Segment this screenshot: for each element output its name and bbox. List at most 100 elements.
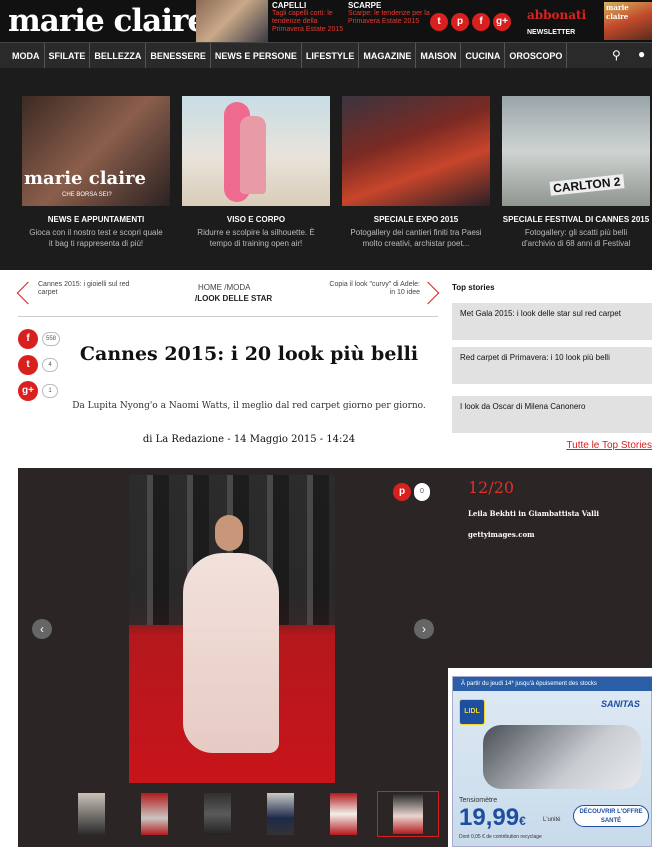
header-promo-scarpe[interactable]: SCARPE Scarpe: le tendenze per la Primav…: [348, 0, 430, 42]
article-subtitle: Da Lupita Nyong'o a Naomi Watts, il megl…: [72, 401, 426, 411]
user-icon[interactable]: ●: [638, 47, 645, 61]
magazine-cover[interactable]: marie claire: [604, 2, 652, 40]
search-icon[interactable]: ⚲: [612, 48, 621, 62]
card-description[interactable]: Fotogallery: gli scatti più belli d'arch…: [502, 227, 650, 249]
nav-item-bellezza[interactable]: BELLEZZA: [90, 43, 147, 69]
card-category[interactable]: VISO E CORPO: [182, 215, 330, 224]
magazine-cover-logo: marie claire: [606, 3, 629, 21]
newsletter-link[interactable]: NEWSLETTER: [527, 29, 586, 36]
next-article-link[interactable]: Copia il look "curvy" di Adele: in 10 id…: [328, 281, 420, 297]
ad-unit: L'unité: [543, 817, 561, 823]
gallery-thumbnail[interactable]: [328, 791, 359, 837]
gallery-next-button[interactable]: ›: [414, 619, 434, 639]
card-category[interactable]: NEWS E APPUNTAMENTI: [22, 215, 170, 224]
header-promo-capelli[interactable]: CAPELLI Tagli capelli corti: le tendenze…: [196, 0, 346, 42]
google-plus-icon[interactable]: g+: [18, 381, 38, 401]
nav-item-sfilate[interactable]: SFILATE: [45, 43, 91, 69]
featured-card[interactable]: CARLTON 2 SPECIALE FESTIVAL DI CANNES 20…: [502, 96, 650, 268]
dress-shape: [183, 553, 279, 753]
card-category[interactable]: SPECIALE FESTIVAL DI CANNES 2015: [502, 215, 650, 224]
share-google-plus[interactable]: g+ 1: [18, 381, 60, 401]
nav-item-magazine[interactable]: MAGAZINE: [359, 43, 417, 69]
share-facebook[interactable]: f 558: [18, 329, 61, 349]
card-image-subtitle: CHE BORSA SEI?: [62, 192, 112, 198]
blood-pressure-monitor-image: [483, 725, 641, 789]
all-top-stories-link[interactable]: Tutte le Top Stories: [452, 440, 652, 451]
gallery-thumbnail[interactable]: [139, 791, 170, 837]
subscribe-link[interactable]: abbonati: [527, 8, 586, 22]
prev-article-link[interactable]: Cannes 2015: i gioielli sul red carpet: [38, 281, 130, 297]
main-nav: MODA SFILATE BELLEZZA BENESSERE NEWS E P…: [0, 42, 652, 69]
facebook-icon[interactable]: f: [472, 13, 490, 31]
subscribe-block: abbonati NEWSLETTER: [527, 8, 586, 36]
price-currency: €: [519, 814, 526, 828]
card-image[interactable]: [342, 96, 490, 206]
article-date: - 14 Maggio 2015 - 14:24: [227, 434, 356, 445]
site-header: marie claire CAPELLI Tagli capelli corti…: [0, 0, 652, 42]
promo-image[interactable]: [196, 0, 268, 42]
nav-item-benessere[interactable]: BENESSERE: [146, 43, 211, 69]
article-title: Cannes 2015: i 20 look più belli: [79, 343, 419, 365]
author-link[interactable]: La Redazione: [156, 434, 224, 445]
card-description[interactable]: Potogallery dei cantieri finiti tra Paes…: [342, 227, 490, 249]
breadcrumb[interactable]: HOME /MODA: [198, 283, 250, 292]
gallery-credit: gettyimages.com: [468, 530, 535, 539]
person-shape: [240, 116, 266, 194]
promo-category: SCARPE: [348, 1, 382, 10]
top-story-item[interactable]: Met Gala 2015: i look delle star sul red…: [452, 303, 652, 340]
price-value: 19,99: [459, 804, 520, 831]
prev-article-arrow-icon[interactable]: [16, 281, 40, 305]
nav-item-cucina[interactable]: CUCINA: [461, 43, 506, 69]
card-image[interactable]: [182, 96, 330, 206]
card-image[interactable]: CARLTON 2: [502, 96, 650, 206]
featured-card[interactable]: SPECIALE EXPO 2015 Potogallery dei canti…: [342, 96, 490, 268]
twitter-icon[interactable]: t: [430, 13, 448, 31]
top-story-item[interactable]: Red carpet di Primavera: i 10 look più b…: [452, 347, 652, 384]
card-description[interactable]: Gioca con il nostro test e scopri quale …: [22, 227, 170, 249]
nav-item-oroscopo[interactable]: OROSCOPO: [505, 43, 568, 69]
pinterest-icon[interactable]: p: [393, 483, 411, 501]
gallery-prev-button[interactable]: ‹: [32, 619, 52, 639]
share-count: 1: [42, 384, 58, 398]
nav-item-moda[interactable]: MODA: [8, 43, 45, 69]
ad-top-text: À partir du jeudi 14* jusqu'à épuisement…: [453, 677, 652, 691]
gallery-thumbnail-active[interactable]: [377, 791, 439, 837]
advertisement[interactable]: À partir du jeudi 14* jusqu'à épuisement…: [452, 676, 652, 847]
nav-item-lifestyle[interactable]: LIFESTYLE: [302, 43, 360, 69]
gallery-thumbnail[interactable]: [202, 791, 233, 837]
card-description[interactable]: Ridurre e scolpire la silhouette. È temp…: [182, 227, 330, 249]
card-image[interactable]: marie claire CHE BORSA SEI?: [22, 96, 170, 206]
featured-card[interactable]: VISO E CORPO Ridurre e scolpire la silho…: [182, 96, 330, 268]
next-article-arrow-icon[interactable]: [416, 281, 440, 305]
promo-title[interactable]: Scarpe: le tendenze per la Primavera Est…: [348, 10, 430, 26]
featured-banner: marie claire CHE BORSA SEI? NEWS E APPUN…: [0, 68, 652, 270]
gallery-photo[interactable]: [129, 475, 335, 783]
header-social-links: t p f g+: [430, 11, 514, 31]
byline-prefix: di: [142, 434, 153, 445]
breadcrumb-current[interactable]: /LOOK DELLE STAR: [195, 294, 272, 303]
promo-title[interactable]: Tagli capelli corti: le tendenze della P…: [272, 10, 344, 34]
pinterest-icon[interactable]: p: [451, 13, 469, 31]
share-count: 558: [42, 332, 61, 346]
gallery-caption-panel: 12/20 Leila Bekhti in Giambattista Valli…: [448, 468, 652, 668]
gallery-thumbnail[interactable]: [76, 791, 107, 837]
photo-gallery: ‹ › p 0: [18, 468, 448, 847]
gallery-thumbnail[interactable]: [265, 791, 296, 837]
nav-item-news-e-persone[interactable]: NEWS E PERSONE: [211, 43, 302, 69]
google-plus-icon[interactable]: g+: [493, 13, 511, 31]
card-image-sign: CARLTON 2: [549, 174, 625, 196]
article-byline: di La Redazione - 14 Maggio 2015 - 14:24: [70, 434, 428, 445]
ad-price: 19,99€: [459, 805, 526, 834]
ad-cta-button[interactable]: DÉCOUVRIR L'OFFRE SANTÉ: [573, 805, 649, 827]
card-category[interactable]: SPECIALE EXPO 2015: [342, 215, 490, 224]
ad-product-label: Tensiomètre: [459, 797, 498, 804]
share-twitter[interactable]: t 4: [18, 355, 60, 375]
twitter-icon[interactable]: t: [18, 355, 38, 375]
top-story-item[interactable]: I look da Oscar di Milena Canonero: [452, 396, 652, 433]
share-count: 4: [42, 358, 58, 372]
gallery-caption: Leila Bekhti in Giambattista Valli: [468, 509, 600, 518]
featured-card[interactable]: marie claire CHE BORSA SEI? NEWS E APPUN…: [22, 96, 170, 268]
site-logo[interactable]: marie claire: [8, 2, 207, 40]
nav-item-maison[interactable]: MAISON: [416, 43, 462, 69]
facebook-icon[interactable]: f: [18, 329, 38, 349]
